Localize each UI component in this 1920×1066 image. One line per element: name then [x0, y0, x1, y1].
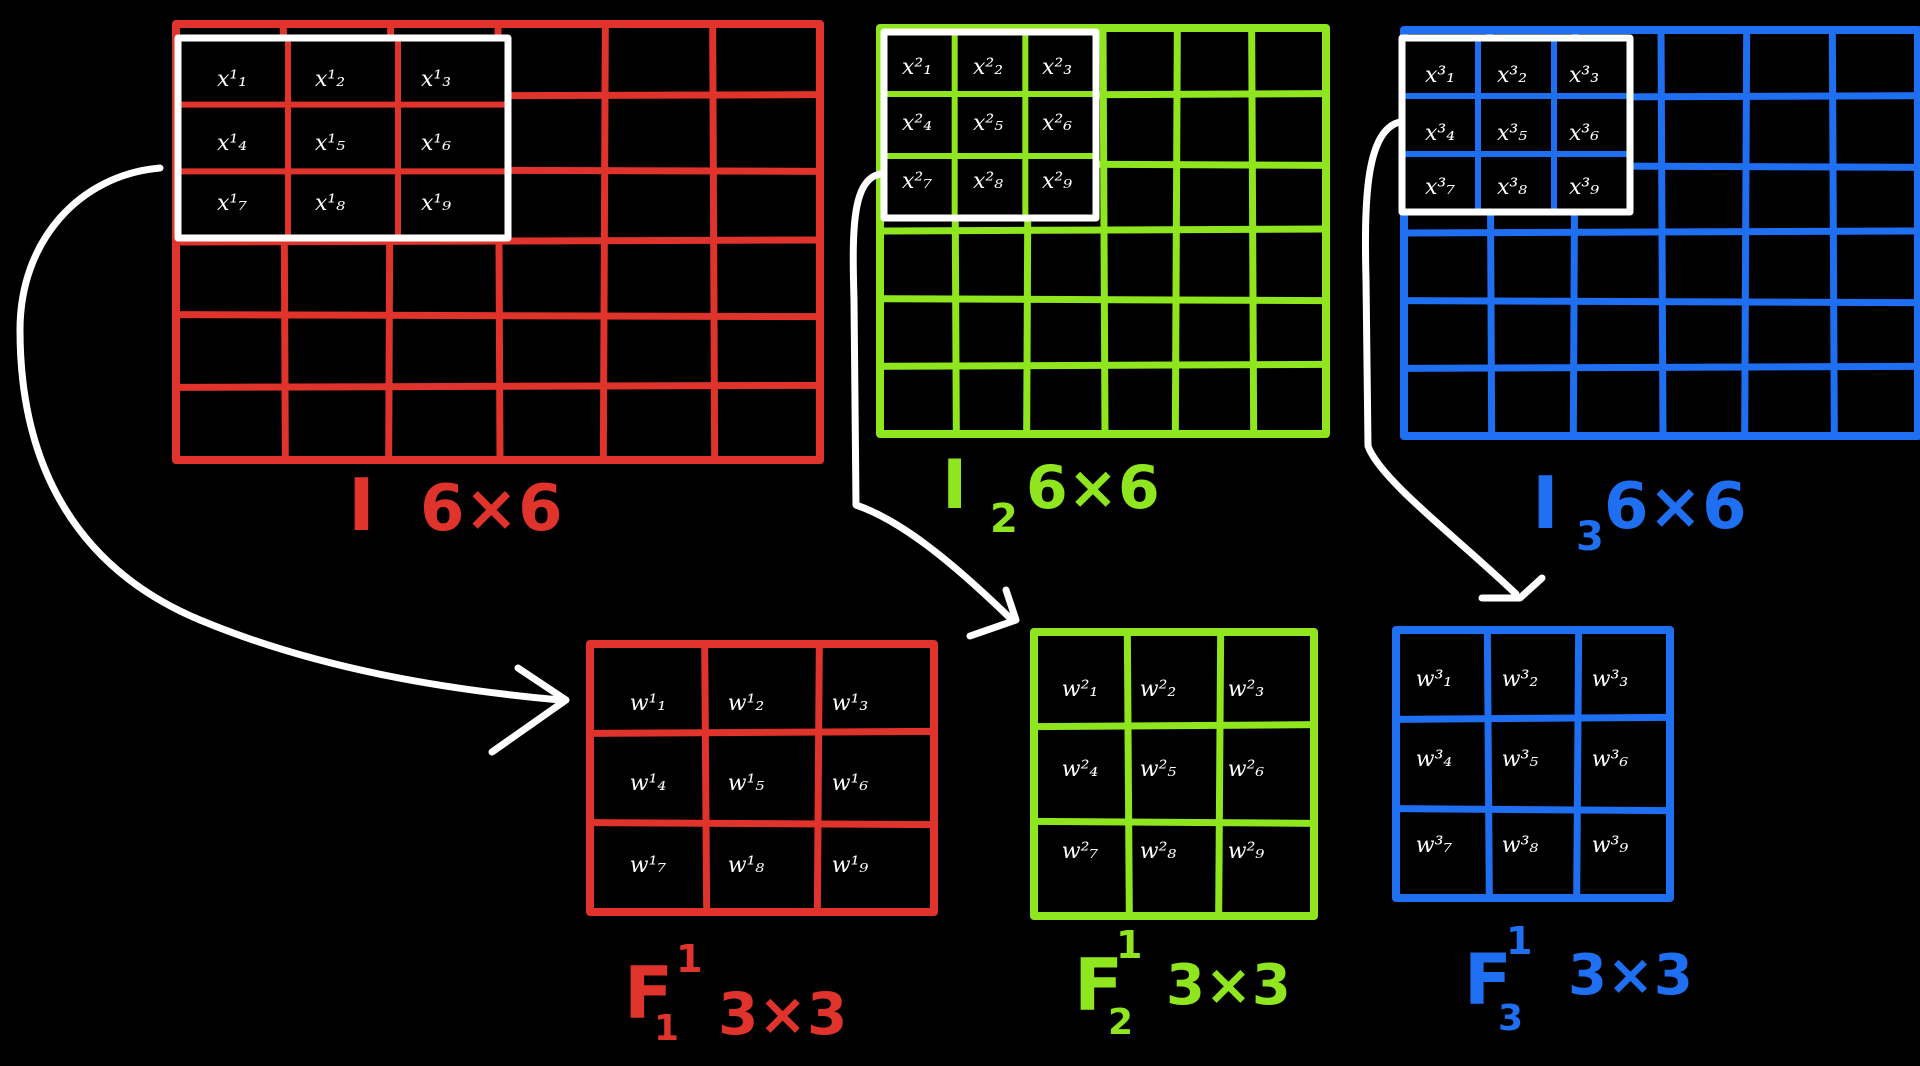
filter-cell: w³₉ [1592, 833, 1629, 858]
patch-cell: x¹₈ [315, 191, 345, 216]
filter-cell: w³₈ [1502, 833, 1539, 858]
patch-cell: x²₇ [902, 169, 932, 194]
input-label-sub: 2 [990, 496, 1018, 542]
filter-label-sub: 3 [1498, 998, 1523, 1039]
grid-line-horizontal [876, 225, 1330, 235]
filter-label-sub: 1 [654, 1008, 679, 1049]
patch-cell: x³₅ [1497, 121, 1527, 146]
filter-cell: w¹₇ [630, 853, 667, 878]
grid-line-horizontal [1392, 805, 1674, 815]
patch-cell: x²₉ [1042, 169, 1072, 194]
patch-cell: x³₄ [1425, 121, 1455, 146]
filter-cell: w²₉ [1228, 839, 1265, 864]
filter-cell: w³₇ [1416, 833, 1453, 858]
patch-cells-2: x²₁ x²₂ x²₃ x²₄ x²₅ x²₆ x²₇ x²₈ x²₉ [902, 55, 1072, 194]
patch-cell: x¹₄ [217, 131, 247, 156]
filter-cell: w²₆ [1228, 757, 1265, 782]
grid-line-horizontal [1392, 713, 1674, 723]
patch-cell: x³₃ [1569, 63, 1599, 88]
filter-cell: w³₂ [1502, 667, 1538, 692]
patch-cell: x³₈ [1497, 175, 1527, 200]
filter-label-dims: 3×3 [1166, 953, 1291, 1018]
patch-cell: x³₇ [1425, 175, 1455, 200]
grid-line-horizontal [586, 727, 938, 737]
filter-cell: w¹₈ [728, 853, 765, 878]
filter-cell: w¹₃ [832, 691, 868, 716]
filter-cell: w²₇ [1062, 839, 1099, 864]
input-label-main: I [1532, 461, 1559, 545]
grid-line-horizontal [1030, 721, 1318, 731]
grid-line-vertical [1483, 626, 1493, 902]
filter-cell: w¹₁ [630, 691, 666, 716]
filter-cell: w³₆ [1592, 747, 1629, 772]
input-label-dims: 6×6 [1604, 470, 1747, 544]
filter-cell: w²₈ [1140, 839, 1177, 864]
grid-line-horizontal [586, 819, 938, 829]
input-label-sub: 3 [1576, 514, 1604, 560]
patch-cell: x³₉ [1569, 175, 1599, 200]
filter-cell: w³₃ [1592, 667, 1628, 692]
filter-cell: w²₄ [1062, 757, 1098, 782]
filter-cell: w¹₄ [630, 771, 666, 796]
grid-line-horizontal [172, 381, 824, 391]
grid-line-vertical [813, 640, 823, 916]
grid-line-horizontal [172, 311, 824, 321]
filter-cell: w²₂ [1140, 677, 1176, 702]
patch-cell: x¹₁ [217, 67, 247, 92]
grid-line-vertical [701, 640, 711, 916]
patch-cell: x²₁ [902, 55, 932, 80]
patch-cell: x¹₂ [315, 67, 345, 92]
input-label-dims: 6×6 [1026, 453, 1160, 523]
filter-cell: w¹₂ [728, 691, 764, 716]
filter-label-dims: 3×3 [1568, 943, 1693, 1008]
grid-line-horizontal [876, 295, 1330, 305]
filter-cell: w¹₅ [728, 771, 765, 796]
grid-line-horizontal [1400, 227, 1920, 237]
input-label-main: I [942, 446, 967, 525]
patch-cell: x³₆ [1569, 121, 1599, 146]
patch-cell: x¹₆ [421, 131, 451, 156]
filter-label-sup: 1 [676, 937, 702, 981]
filter-label-sup: 1 [1506, 919, 1532, 963]
patch-cell: x²₂ [973, 55, 1003, 80]
patch-cell: x¹₉ [421, 191, 451, 216]
patch-cell: x²₈ [973, 169, 1003, 194]
filter-label-sup: 1 [1116, 923, 1142, 967]
filter-cell: w²₃ [1228, 677, 1264, 702]
grid-line-horizontal [1030, 817, 1318, 827]
patch-cells-3: x³₁ x³₂ x³₃ x³₄ x³₅ x³₆ x³₇ x³₈ x³₉ [1425, 63, 1599, 200]
patch-cell: x²₅ [973, 111, 1003, 136]
filter-cell: w³₄ [1416, 747, 1452, 772]
patch-cell: x¹₇ [217, 191, 247, 216]
patch-cell: x³₂ [1497, 63, 1527, 88]
patch-cell: x¹₃ [421, 67, 451, 92]
filter-cell: w³₅ [1502, 747, 1539, 772]
grid-line-horizontal [1400, 362, 1920, 372]
patch-cell: x²₆ [1042, 111, 1072, 136]
filter-cell: w¹₉ [832, 853, 869, 878]
convolution-diagram: I 6×6 I 2 6×6 I 3 6×6 w¹₁ w¹₂ w¹₃ w¹₄ w¹… [0, 0, 1920, 1066]
patch-cell: x²₃ [1042, 55, 1072, 80]
grid-line-horizontal [876, 360, 1330, 370]
filter-label-sub: 2 [1108, 1002, 1133, 1043]
input-label-main: I [348, 463, 375, 547]
filter-label-dims: 3×3 [718, 980, 847, 1048]
input-label-dims: 6×6 [420, 472, 563, 546]
patch-cell: x²₄ [902, 111, 932, 136]
grid-line-vertical [1123, 628, 1133, 920]
patch-cell: x³₁ [1425, 63, 1455, 88]
patch-cell: x¹₅ [315, 131, 345, 156]
grid-line-vertical [1573, 626, 1583, 902]
filter-cell: w³₁ [1416, 667, 1452, 692]
grid-line-horizontal [1400, 297, 1920, 307]
grid-line-vertical [1215, 628, 1225, 920]
filter-cell: w¹₆ [832, 771, 869, 796]
filter-cell: w²₁ [1062, 677, 1098, 702]
filter-cell: w²₅ [1140, 757, 1177, 782]
